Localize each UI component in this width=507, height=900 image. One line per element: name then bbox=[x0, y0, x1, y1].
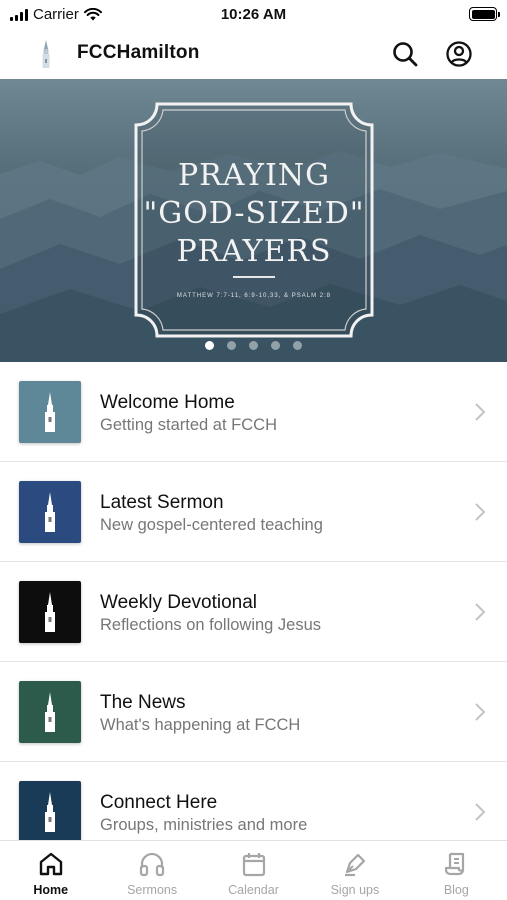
list-thumbnail bbox=[19, 681, 81, 743]
hero-divider bbox=[233, 276, 275, 278]
app-header: FCCHamilton bbox=[0, 30, 507, 78]
tab-calendar[interactable]: Calendar bbox=[203, 841, 304, 900]
battery-icon bbox=[469, 7, 500, 21]
steeple-icon bbox=[45, 692, 55, 732]
steeple-icon bbox=[45, 592, 55, 632]
list-item-subtitle: Groups, ministries and more bbox=[100, 816, 308, 834]
tab-home[interactable]: Home bbox=[0, 841, 101, 900]
tab-sermons[interactable]: Sermons bbox=[101, 841, 202, 900]
list-item-welcome-home[interactable]: Welcome Home Getting started at FCCH bbox=[0, 362, 507, 462]
chevron-right-icon bbox=[475, 703, 486, 721]
tab-label: Home bbox=[33, 883, 69, 897]
tab-blog[interactable]: Blog bbox=[406, 841, 507, 900]
list-item-title: Connect Here bbox=[100, 792, 218, 813]
list-item-title: Weekly Devotional bbox=[100, 592, 258, 613]
profile-button[interactable] bbox=[443, 38, 475, 70]
content-list: Welcome Home Getting started at FCCH Lat… bbox=[0, 362, 507, 840]
list-item-title: The News bbox=[100, 692, 186, 713]
hero-carousel[interactable]: PRAYING "GOD-SIZED" PRAYERS MATTHEW 7:7-… bbox=[0, 79, 507, 362]
list-item-subtitle: New gospel-centered teaching bbox=[100, 516, 323, 534]
status-bar: Carrier 10:26 AM bbox=[0, 0, 507, 30]
list-item-weekly-devotional[interactable]: Weekly Devotional Reflections on followi… bbox=[0, 562, 507, 662]
list-item-latest-sermon[interactable]: Latest Sermon New gospel-centered teachi… bbox=[0, 462, 507, 562]
list-item-subtitle: What's happening at FCCH bbox=[100, 716, 301, 734]
app-title: FCCHamilton bbox=[77, 42, 200, 63]
list-item-subtitle: Getting started at FCCH bbox=[100, 416, 277, 434]
list-thumbnail bbox=[19, 381, 81, 443]
list-item-title: Latest Sermon bbox=[100, 492, 224, 513]
tab-label: Calendar bbox=[228, 883, 279, 897]
carousel-pagination bbox=[0, 341, 507, 350]
carousel-dot[interactable] bbox=[271, 341, 280, 350]
pen-icon bbox=[344, 853, 366, 877]
tab-label: Blog bbox=[443, 883, 469, 897]
search-icon bbox=[393, 42, 418, 67]
chevron-right-icon bbox=[475, 503, 486, 521]
home-icon bbox=[39, 852, 62, 876]
status-time: 10:26 AM bbox=[220, 6, 287, 23]
list-thumbnail bbox=[19, 581, 81, 643]
hero-title-line: "GOD-SIZED" bbox=[143, 196, 365, 231]
list-thumbnail bbox=[19, 481, 81, 543]
tab-bar: Home Sermons Calendar Sign ups Blog bbox=[0, 840, 507, 900]
hero-title-line: PRAYERS bbox=[176, 234, 332, 269]
calendar-icon bbox=[242, 853, 265, 877]
steeple-icon bbox=[45, 492, 55, 532]
hero-title-line: PRAYING bbox=[177, 158, 331, 193]
chevron-right-icon bbox=[475, 803, 486, 821]
carousel-dot[interactable] bbox=[205, 341, 214, 350]
list-item-title: Welcome Home bbox=[100, 392, 235, 413]
list-item-subtitle: Reflections on following Jesus bbox=[100, 616, 322, 634]
list-item-the-news[interactable]: The News What's happening at FCCH bbox=[0, 662, 507, 762]
steeple-icon bbox=[45, 392, 55, 432]
church-logo-icon bbox=[42, 40, 50, 68]
tab-label: Sign ups bbox=[330, 883, 380, 897]
hero-reference: MATTHEW 7:7-11, 6:9-10,33, & PSALM 2:8 bbox=[176, 293, 332, 299]
steeple-icon bbox=[45, 792, 55, 832]
hero-title: PRAYING "GOD-SIZED" PRAYERS bbox=[133, 157, 375, 271]
chevron-right-icon bbox=[475, 403, 486, 421]
carousel-dot[interactable] bbox=[293, 341, 302, 350]
tab-label: Sermons bbox=[127, 883, 178, 897]
chevron-right-icon bbox=[475, 603, 486, 621]
scroll-icon bbox=[445, 852, 465, 876]
search-button[interactable] bbox=[389, 38, 421, 70]
carousel-dot[interactable] bbox=[249, 341, 258, 350]
account-circle-icon bbox=[446, 41, 472, 67]
headphones-icon bbox=[140, 852, 165, 877]
list-thumbnail bbox=[19, 781, 81, 840]
list-item-connect-here[interactable]: Connect Here Groups, ministries and more bbox=[0, 762, 507, 840]
tab-sign-ups[interactable]: Sign ups bbox=[304, 841, 405, 900]
carousel-dot[interactable] bbox=[227, 341, 236, 350]
